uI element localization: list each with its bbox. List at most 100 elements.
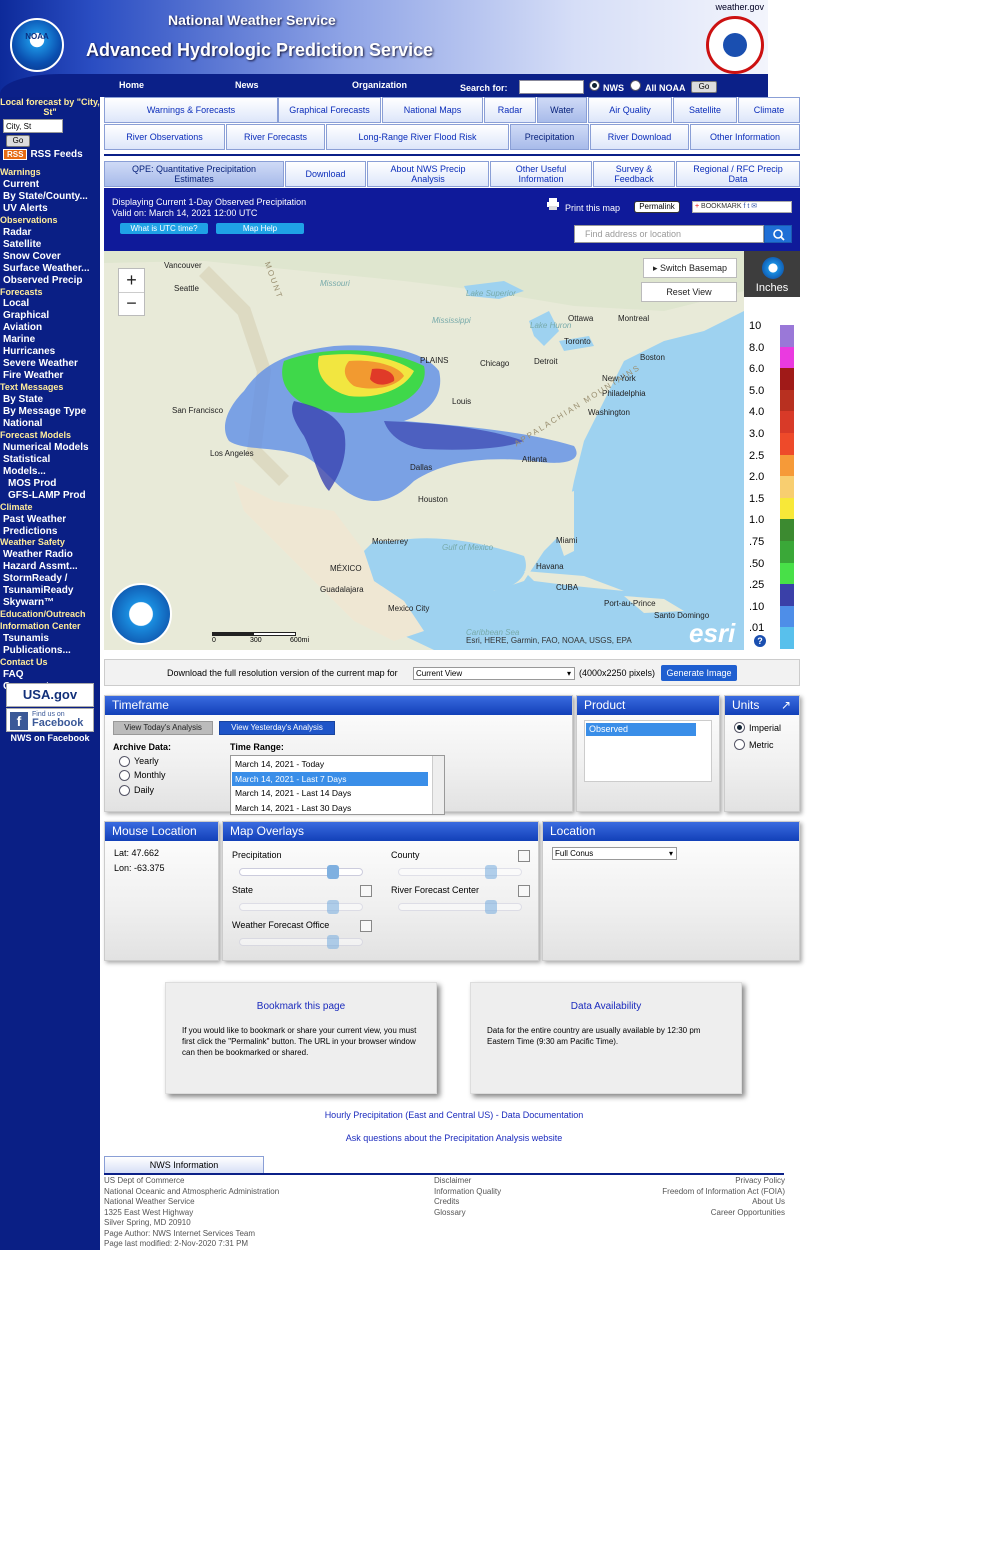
sidebar-item[interactable]: MOS Prod: [8, 478, 56, 489]
footer-link[interactable]: Credits: [434, 1197, 501, 1208]
archive-monthly-radio[interactable]: [119, 770, 130, 781]
printer-icon[interactable]: [546, 198, 560, 210]
sidebar-item[interactable]: TsunamiReady: [3, 585, 73, 596]
units-metric-radio[interactable]: [734, 739, 745, 750]
nav-home[interactable]: Home: [119, 80, 144, 90]
sidebar-item[interactable]: Statistical: [3, 454, 50, 465]
nav-organization[interactable]: Organization: [352, 80, 407, 90]
switch-basemap-button[interactable]: ▸ Switch Basemap: [643, 258, 737, 278]
sidebar-item[interactable]: Weather Radio: [3, 549, 73, 560]
zoom-out-button[interactable]: −: [119, 293, 144, 316]
map-help-button[interactable]: Map Help: [216, 223, 304, 234]
county-opacity-slider[interactable]: [398, 868, 522, 876]
wfo-opacity-slider[interactable]: [239, 938, 363, 946]
subtab-regional-rfc-precip-data[interactable]: Regional / RFC Precip Data: [676, 161, 800, 187]
sidebar-item[interactable]: Snow Cover: [3, 251, 61, 262]
nav-news[interactable]: News: [235, 80, 259, 90]
archive-daily-radio[interactable]: [119, 785, 130, 796]
sidebar-item[interactable]: FAQ: [3, 669, 24, 680]
city-input[interactable]: [3, 119, 63, 133]
precip-opacity-slider[interactable]: [239, 868, 363, 876]
sidebar-item[interactable]: Observed Precip: [3, 275, 82, 286]
subtab-about-nws-precip-analysis[interactable]: About NWS Precip Analysis: [367, 161, 489, 187]
city-go-button[interactable]: Go: [6, 135, 30, 147]
sidebar-item[interactable]: By State: [3, 394, 43, 405]
hourly-precip-link[interactable]: Hourly Precipitation (East and Central U…: [104, 1110, 804, 1120]
footer-link[interactable]: About Us: [604, 1197, 785, 1208]
location-select[interactable]: Full Conus ▾: [552, 847, 677, 860]
overlay-county-checkbox[interactable]: [518, 850, 530, 862]
nws-facebook-link[interactable]: NWS on Facebook: [0, 733, 100, 743]
view-today-button[interactable]: View Today's Analysis: [113, 721, 213, 735]
archive-yearly-radio[interactable]: [119, 756, 130, 767]
time-range-list[interactable]: March 14, 2021 - Today March 14, 2021 - L…: [230, 755, 445, 815]
footer-link[interactable]: Glossary: [434, 1208, 501, 1219]
sidebar-item[interactable]: Numerical Models: [3, 442, 89, 453]
search-input[interactable]: [519, 80, 584, 94]
bookmark-share-button[interactable]: + BOOKMARK f t ✉: [692, 201, 792, 213]
precip-slider-handle[interactable]: [327, 865, 339, 879]
view-yesterday-button[interactable]: View Yesterday's Analysis: [219, 721, 335, 735]
rfc-opacity-slider[interactable]: [398, 903, 522, 911]
find-address-input[interactable]: Find address or location: [574, 225, 764, 243]
reset-view-button[interactable]: Reset View: [641, 282, 737, 302]
time-range-option[interactable]: March 14, 2021 - Last 14 Days: [232, 786, 428, 800]
sidebar-item[interactable]: Surface Weather...: [3, 263, 90, 274]
sidebar-item[interactable]: Past Weather: [3, 514, 66, 525]
time-range-option[interactable]: March 14, 2021 - Last 7 Days: [232, 771, 428, 786]
sidebar-item[interactable]: By State/County...: [3, 191, 88, 202]
tab-air-quality[interactable]: Air Quality: [588, 97, 672, 123]
product-observed-option[interactable]: Observed: [586, 723, 696, 736]
time-range-option[interactable]: March 14, 2021 - Last 30 Days: [232, 801, 428, 815]
sidebar-item[interactable]: StormReady /: [3, 573, 67, 584]
sidebar-item[interactable]: Current: [3, 179, 39, 190]
footer-link[interactable]: Privacy Policy: [604, 1176, 785, 1187]
rss-feeds[interactable]: RSS RSS Feeds: [3, 149, 83, 160]
nws-seal-logo[interactable]: [706, 16, 764, 74]
utc-help-button[interactable]: What is UTC time?: [120, 223, 208, 234]
sidebar-item[interactable]: Models...: [3, 466, 46, 477]
footer-link[interactable]: Career Opportunities: [604, 1208, 785, 1219]
subtab-survey-feedback[interactable]: Survey & Feedback: [593, 161, 675, 187]
weather-gov-link[interactable]: weather.gov: [715, 2, 764, 12]
search-go-button[interactable]: Go: [691, 81, 717, 93]
sidebar-item[interactable]: National: [3, 418, 42, 429]
facebook-badge[interactable]: f Find us on Facebook: [6, 708, 94, 732]
sidebar-item[interactable]: Local: [3, 298, 29, 309]
usagov-logo[interactable]: USA.gov: [6, 683, 94, 707]
tab-radar[interactable]: Radar: [484, 97, 536, 123]
tab-long-range-river-flood-risk[interactable]: Long-Range River Flood Risk: [326, 124, 509, 150]
tab-satellite[interactable]: Satellite: [673, 97, 737, 123]
subtab-other-useful-information[interactable]: Other Useful Information: [490, 161, 592, 187]
tab-river-observations[interactable]: River Observations: [104, 124, 225, 150]
tab-precipitation[interactable]: Precipitation: [510, 124, 589, 150]
tab-graphical-forecasts[interactable]: Graphical Forecasts: [278, 97, 381, 123]
sidebar-item[interactable]: Skywarn™: [3, 597, 54, 608]
county-slider-handle[interactable]: [485, 865, 497, 879]
sidebar-item[interactable]: Satellite: [3, 239, 41, 250]
sidebar-item[interactable]: Publications...: [3, 645, 71, 656]
noaa-logo[interactable]: NOAA: [10, 18, 64, 72]
zoom-in-button[interactable]: +: [119, 269, 144, 293]
overlay-wfo-checkbox[interactable]: [360, 920, 372, 932]
sidebar-item[interactable]: Hurricanes: [3, 346, 55, 357]
sidebar-item[interactable]: Hazard Assmt...: [3, 561, 78, 572]
download-view-select[interactable]: Current View ▾: [413, 667, 575, 680]
sidebar-item[interactable]: Predictions: [3, 526, 57, 537]
sidebar-item[interactable]: Aviation: [3, 322, 42, 333]
overlay-rfc-checkbox[interactable]: [518, 885, 530, 897]
units-imperial-radio[interactable]: [734, 722, 745, 733]
overlay-state-checkbox[interactable]: [360, 885, 372, 897]
footer-link[interactable]: Information Quality: [434, 1187, 501, 1198]
sidebar-item[interactable]: Fire Weather: [3, 370, 63, 381]
tab-climate[interactable]: Climate: [738, 97, 800, 123]
subtab-qpe-quantitative-precipitation-estimates[interactable]: QPE: Quantitative Precipitation Estimate…: [104, 161, 284, 187]
permalink-button[interactable]: Permalink: [634, 201, 680, 213]
sidebar-item[interactable]: Marine: [3, 334, 35, 345]
sidebar-item[interactable]: Tsunamis: [3, 633, 49, 644]
tab-warnings-forecasts[interactable]: Warnings & Forecasts: [104, 97, 278, 123]
product-list[interactable]: Observed: [584, 720, 712, 782]
search-noaa-radio[interactable]: [630, 80, 641, 91]
tab-river-download[interactable]: River Download: [590, 124, 689, 150]
time-range-scrollbar[interactable]: [432, 756, 444, 814]
